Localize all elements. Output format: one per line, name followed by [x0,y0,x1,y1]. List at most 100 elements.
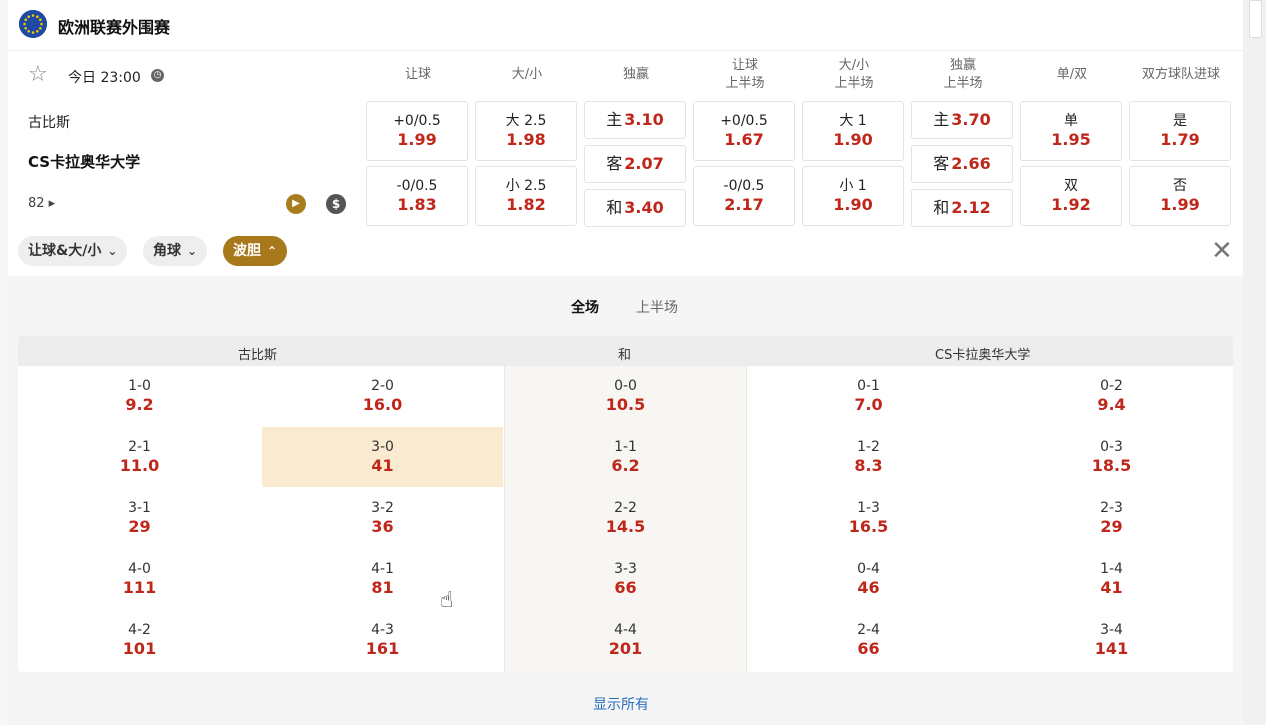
score-odds-button[interactable]: 4-3 161 [262,610,503,670]
score-odds-button[interactable]: 3-4 141 [991,610,1232,670]
score-odds-button[interactable]: 0-3 18.5 [991,427,1232,487]
score-odds-button[interactable]: 3-2 36 [262,488,503,548]
score-odds-button[interactable]: 0-2 9.4 [991,366,1232,426]
odds-button[interactable]: 大 1 1.90 [802,101,904,161]
column-header: 让球 上半场 [725,58,765,91]
odds-button[interactable]: 小 1 1.90 [802,166,904,226]
close-icon[interactable]: ✕ [1211,238,1233,264]
odds-label: 是 [1173,113,1187,129]
odds-button[interactable]: 和 2.12 [911,189,1013,227]
filter-tab[interactable]: 波胆 ⌃ [223,236,288,266]
odds-value: 1.92 [1051,195,1091,214]
scrollbar-thumb[interactable] [1249,0,1262,38]
show-all-link[interactable]: 显示所有 [593,694,649,714]
score-odds-button[interactable]: 1-2 8.3 [748,427,989,487]
odds-button[interactable]: -0/0.5 2.17 [693,166,795,226]
score-odds-value: 16.5 [848,517,889,536]
score-odds-value: 81 [371,578,394,597]
score-odds-button[interactable]: 2-0 16.0 [262,366,503,426]
score-label: 4-2 [128,622,151,638]
header-home: 古比斯 [238,348,278,363]
odds-button[interactable]: 客 2.66 [911,145,1013,183]
score-odds-value: 14.5 [605,517,646,536]
filter-tab[interactable]: 角球 ⌄ [143,236,208,266]
match-panel: 欧洲联赛外围赛 ☆ 今日 23:00 ◷ 古比斯 CS卡拉奥华大学 82 ▸ ▶… [8,0,1243,725]
score-label: 2-0 [371,378,394,394]
score-label: 4-0 [128,561,151,577]
odds-button[interactable]: 主 3.70 [911,101,1013,139]
column-header: 让球 [404,67,431,82]
odds-button[interactable]: 是 1.79 [1129,101,1231,161]
odds-button[interactable]: 和 3.40 [584,189,686,227]
score-odds-button[interactable]: 3-0 41 [262,427,503,487]
odds-button[interactable]: 主 3.10 [584,101,686,139]
score-label: 3-0 [371,439,394,455]
score-odds-value: 201 [608,639,643,658]
odds-label: 否 [1173,178,1187,194]
odds-value: 1.83 [397,195,437,214]
score-odds-button[interactable]: 0-0 10.5 [505,366,746,426]
live-stream-icon[interactable]: ▶ [286,194,306,214]
score-odds-button[interactable]: 4-4 201 [505,610,746,670]
score-label: 4-3 [371,622,394,638]
tab-full-time[interactable]: 全场 [571,297,599,317]
odds-value: 1.90 [833,195,873,214]
correct-score-header: 古比斯 和 CS卡拉奥华大学 [18,336,1233,366]
score-label: 0-1 [857,378,880,394]
score-odds-value: 11.0 [119,456,160,475]
score-odds-button[interactable]: 2-3 29 [991,488,1232,548]
score-odds-button[interactable]: 4-0 111 [19,549,260,609]
odds-button[interactable]: 客 2.07 [584,145,686,183]
odds-label: 大 1 [839,113,867,129]
score-odds-button[interactable]: 0-4 46 [748,549,989,609]
column-header: 大/小 [511,67,543,82]
odds-label: 主 [606,110,623,129]
score-odds-button[interactable]: 4-1 81 [262,549,503,609]
score-odds-button[interactable]: 2-1 11.0 [19,427,260,487]
odds-label: -0/0.5 [396,178,438,194]
cashout-icon[interactable]: $ [326,194,346,214]
score-odds-button[interactable]: 0-1 7.0 [748,366,989,426]
score-odds-button[interactable]: 2-2 14.5 [505,488,746,548]
score-odds-button[interactable]: 3-1 29 [19,488,260,548]
odds-button[interactable]: +0/0.5 1.99 [366,101,468,161]
favorite-star-icon[interactable]: ☆ [28,64,48,86]
column-header: 大/小 上半场 [834,58,874,91]
column-header: 双方球队进球 [1141,67,1220,82]
score-label: 3-1 [128,500,151,516]
chevron-up-icon: ⌃ [267,244,278,258]
score-odds-value: 111 [122,578,157,597]
score-label: 0-2 [1100,378,1123,394]
odds-button[interactable]: -0/0.5 1.83 [366,166,468,226]
odds-value: 2.07 [624,154,664,173]
odds-label: 单 [1064,113,1078,129]
score-odds-button[interactable]: 2-4 66 [748,610,989,670]
odds-value: 1.95 [1051,130,1091,149]
odds-button[interactable]: 大 2.5 1.98 [475,101,577,161]
odds-value: 3.40 [624,198,664,217]
score-label: 0-0 [614,378,637,394]
score-label: 3-4 [1100,622,1123,638]
score-odds-value: 66 [857,639,880,658]
more-markets-count: 82 [28,196,45,211]
score-label: 2-4 [857,622,880,638]
score-odds-button[interactable]: 3-3 66 [505,549,746,609]
correct-score-panel: 全场 上半场 古比斯 和 CS卡拉奥华大学 1-0 9.2 2-1 11.0 3-1 29… [8,276,1243,725]
odds-button[interactable]: 小 2.5 1.82 [475,166,577,226]
score-odds-button[interactable]: 4-2 101 [19,610,260,670]
score-odds-button[interactable]: 1-0 9.2 [19,366,260,426]
odds-value: 1.99 [1160,195,1200,214]
filter-tab[interactable]: 让球&大/小 ⌄ [18,236,128,266]
score-label: 1-0 [128,378,151,394]
score-odds-button[interactable]: 1-4 41 [991,549,1232,609]
odds-button[interactable]: 单 1.95 [1020,101,1122,161]
odds-button[interactable]: 双 1.92 [1020,166,1122,226]
score-odds-button[interactable]: 1-1 6.2 [505,427,746,487]
odds-button[interactable]: +0/0.5 1.67 [693,101,795,161]
score-odds-button[interactable]: 1-3 16.5 [748,488,989,548]
scrollbar[interactable] [1243,0,1266,725]
tab-first-half[interactable]: 上半场 [636,297,678,317]
odds-label: 大 2.5 [505,113,547,129]
odds-button[interactable]: 否 1.99 [1129,166,1231,226]
more-markets-link[interactable]: 82 ▸ [28,196,55,211]
